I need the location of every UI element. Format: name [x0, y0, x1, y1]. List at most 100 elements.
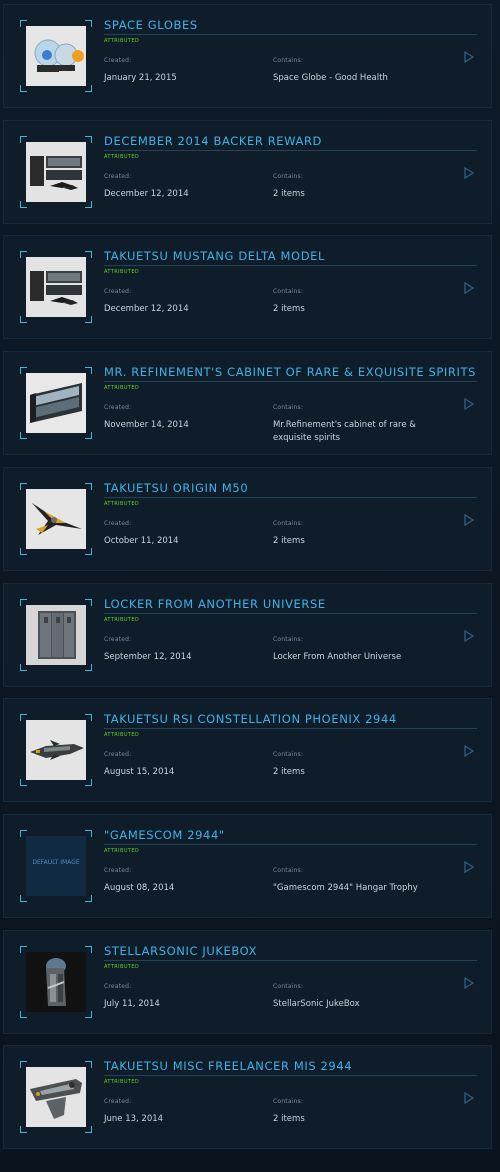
contains-value: 2 items	[273, 536, 305, 546]
pledge-thumbnail	[26, 373, 86, 433]
contains-label: Contains:	[273, 867, 304, 874]
pledge-title[interactable]: STELLARSONIC JUKEBOX	[104, 944, 476, 958]
created-label: Created:	[104, 636, 132, 643]
pledge-thumbnail	[26, 952, 86, 1012]
pledge-thumbnail	[26, 26, 86, 86]
pledge-title[interactable]: TAKUETSU MUSTANG DELTA MODEL	[104, 249, 476, 263]
expand-arrow-icon[interactable]	[464, 745, 474, 757]
pledge-thumbnail-frame[interactable]	[20, 20, 92, 92]
expand-arrow-icon[interactable]	[464, 51, 474, 63]
created-date: August 15, 2014	[104, 767, 175, 777]
pledge-title[interactable]: SPACE GLOBES	[104, 18, 476, 32]
attributed-badge: ATTRIBUTED	[104, 848, 140, 854]
pledge-item[interactable]: TAKUETSU MUSTANG DELTA MODEL ATTRIBUTED …	[3, 235, 492, 339]
expand-arrow-icon[interactable]	[464, 1092, 474, 1104]
contains-label: Contains:	[273, 404, 304, 411]
title-divider	[104, 844, 477, 845]
created-label: Created:	[104, 983, 132, 990]
expand-arrow-icon[interactable]	[464, 977, 474, 989]
expand-arrow-icon[interactable]	[464, 630, 474, 642]
attributed-badge: ATTRIBUTED	[104, 617, 140, 623]
contains-label: Contains:	[273, 751, 304, 758]
contains-value: 2 items	[273, 189, 305, 199]
attributed-badge: ATTRIBUTED	[104, 501, 140, 507]
pledge-item[interactable]: TAKUETSU RSI CONSTELLATION PHOENIX 2944 …	[3, 698, 492, 802]
pledge-title[interactable]: "GAMESCOM 2944"	[104, 828, 476, 842]
pledge-item[interactable]: DECEMBER 2014 BACKER REWARD ATTRIBUTED C…	[3, 120, 492, 224]
created-date: December 12, 2014	[104, 304, 189, 314]
title-divider	[104, 613, 477, 614]
pledge-thumbnail	[26, 257, 86, 317]
title-divider	[104, 497, 477, 498]
contains-label: Contains:	[273, 288, 304, 295]
created-date: July 11, 2014	[104, 999, 160, 1009]
expand-arrow-icon[interactable]	[464, 514, 474, 526]
pledge-thumbnail-frame[interactable]	[20, 714, 92, 786]
contains-label: Contains:	[273, 636, 304, 643]
attributed-badge: ATTRIBUTED	[104, 38, 140, 44]
pledge-thumbnail-frame[interactable]	[20, 136, 92, 208]
contains-label: Contains:	[273, 520, 304, 527]
pledge-title[interactable]: TAKUETSU RSI CONSTELLATION PHOENIX 2944	[104, 712, 476, 726]
contains-label: Contains:	[273, 57, 304, 64]
pledge-title[interactable]: LOCKER FROM ANOTHER UNIVERSE	[104, 597, 476, 611]
pledge-item[interactable]: TAKUETSU ORIGIN M50 ATTRIBUTED Created: …	[3, 467, 492, 571]
created-label: Created:	[104, 173, 132, 180]
contains-label: Contains:	[273, 983, 304, 990]
created-label: Created:	[104, 1098, 132, 1105]
pledge-thumbnail-frame[interactable]	[20, 483, 92, 555]
pledge-thumbnail	[26, 142, 86, 202]
expand-arrow-icon[interactable]	[464, 398, 474, 410]
created-date: December 12, 2014	[104, 189, 189, 199]
pledge-item[interactable]: TAKUETSU MISC FREELANCER MIS 2944 ATTRIB…	[3, 1045, 492, 1149]
default-image-placeholder: DEFAULT IMAGE	[26, 836, 86, 896]
title-divider	[104, 1075, 477, 1076]
created-date: November 14, 2014	[104, 420, 189, 430]
pledge-item[interactable]: STELLARSONIC JUKEBOX ATTRIBUTED Created:…	[3, 930, 492, 1034]
expand-arrow-icon[interactable]	[464, 282, 474, 294]
contains-label: Contains:	[273, 173, 304, 180]
pledge-thumbnail-frame[interactable]	[20, 251, 92, 323]
pledge-title[interactable]: MR. REFINEMENT'S CABINET OF RARE & EXQUI…	[104, 365, 476, 379]
title-divider	[104, 960, 477, 961]
pledge-item[interactable]: MR. REFINEMENT'S CABINET OF RARE & EXQUI…	[3, 351, 492, 455]
pledge-title[interactable]: TAKUETSU MISC FREELANCER MIS 2944	[104, 1059, 476, 1073]
pledge-title[interactable]: TAKUETSU ORIGIN M50	[104, 481, 476, 495]
pledge-thumbnail-frame[interactable]	[20, 946, 92, 1018]
attributed-badge: ATTRIBUTED	[104, 154, 140, 160]
created-date: January 21, 2015	[104, 73, 177, 83]
title-divider	[104, 150, 477, 151]
pledge-thumbnail-frame[interactable]	[20, 599, 92, 671]
attributed-badge: ATTRIBUTED	[104, 964, 140, 970]
contains-label: Contains:	[273, 1098, 304, 1105]
default-image-label: DEFAULT IMAGE	[32, 859, 80, 866]
pledge-title[interactable]: DECEMBER 2014 BACKER REWARD	[104, 134, 476, 148]
created-label: Created:	[104, 751, 132, 758]
pledge-thumbnail	[26, 489, 86, 549]
created-label: Created:	[104, 288, 132, 295]
pledge-thumbnail	[26, 720, 86, 780]
pledge-thumbnail-frame[interactable]	[20, 367, 92, 439]
contains-value: 2 items	[273, 767, 305, 777]
pledge-item[interactable]: SPACE GLOBES ATTRIBUTED Created: Contain…	[3, 4, 492, 108]
attributed-badge: ATTRIBUTED	[104, 732, 140, 738]
pledge-thumbnail	[26, 1067, 86, 1127]
title-divider	[104, 265, 477, 266]
title-divider	[104, 381, 477, 382]
contains-value: Mr.Refinement's cabinet of rare & exquis…	[273, 420, 416, 443]
title-divider	[104, 728, 477, 729]
created-label: Created:	[104, 867, 132, 874]
pledge-list: SPACE GLOBES ATTRIBUTED Created: Contain…	[0, 0, 500, 1172]
pledge-thumbnail-frame[interactable]: DEFAULT IMAGE	[20, 830, 92, 902]
created-date: October 11, 2014	[104, 536, 179, 546]
pledge-thumbnail-frame[interactable]	[20, 1061, 92, 1133]
expand-arrow-icon[interactable]	[464, 167, 474, 179]
attributed-badge: ATTRIBUTED	[104, 269, 140, 275]
contains-value: Space Globe - Good Health	[273, 73, 388, 83]
pledge-item[interactable]: DEFAULT IMAGE "GAMESCOM 2944" ATTRIBUTED…	[3, 814, 492, 918]
created-label: Created:	[104, 57, 132, 64]
pledge-item[interactable]: LOCKER FROM ANOTHER UNIVERSE ATTRIBUTED …	[3, 583, 492, 687]
expand-arrow-icon[interactable]	[464, 861, 474, 873]
contains-value: 2 items	[273, 1114, 305, 1124]
created-date: June 13, 2014	[104, 1114, 164, 1124]
